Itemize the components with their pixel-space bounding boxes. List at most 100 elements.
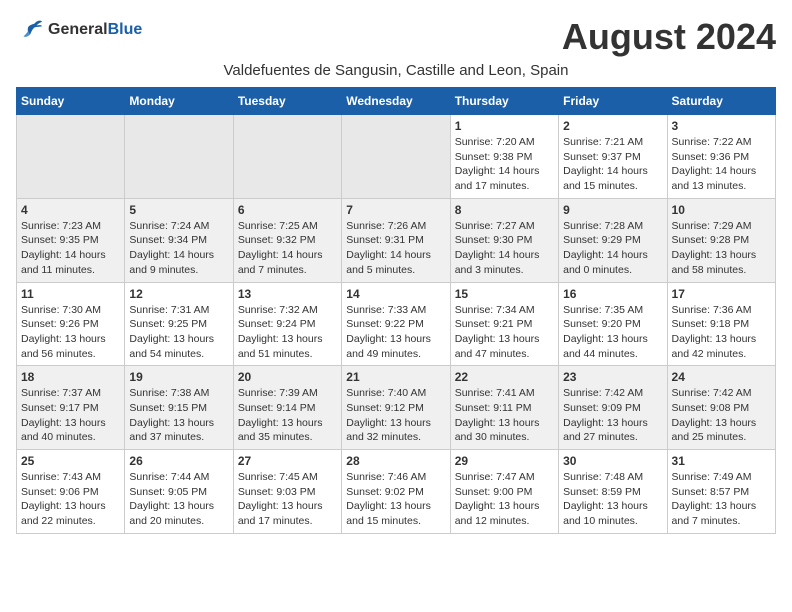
calendar-cell: 29 Sunrise: 7:47 AMSunset: 9:00 PMDayligh… (450, 450, 558, 534)
calendar-cell: 4Sunrise: 7:23 AMSunset: 9:35 PMDaylight… (17, 198, 125, 282)
day-number: 24 (672, 370, 771, 384)
day-number: 2 (563, 119, 662, 133)
calendar-week-row: 11Sunrise: 7:30 AMSunset: 9:26 PMDayligh… (17, 282, 776, 366)
calendar-cell (125, 115, 233, 199)
col-sunday: Sunday (17, 88, 125, 115)
day-number: 6 (238, 203, 337, 217)
page-title: August 2024 (562, 16, 776, 58)
day-info: Sunrise: 7:28 AMSunset: 9:29 PMDaylight:… (563, 219, 662, 278)
calendar-week-row: 25 Sunrise: 7:43 AMSunset: 9:06 PMDayligh… (17, 450, 776, 534)
day-info: Sunrise: 7:26 AMSunset: 9:31 PMDaylight:… (346, 219, 445, 278)
day-info: Sunrise: 7:31 AMSunset: 9:25 PMDaylight:… (129, 303, 228, 362)
page-container: GeneralBlue August 2024 Valdefuentes de … (16, 16, 776, 534)
calendar-cell: 17 Sunrise: 7:36 AMSunset: 9:18 PMDayligh… (667, 282, 775, 366)
calendar-cell (233, 115, 341, 199)
calendar-week-row: 1 Sunrise: 7:20 AMSunset: 9:38 PMDaylight… (17, 115, 776, 199)
calendar-cell: 9 Sunrise: 7:28 AMSunset: 9:29 PMDaylight… (559, 198, 667, 282)
day-number: 23 (563, 370, 662, 384)
calendar-cell: 11Sunrise: 7:30 AMSunset: 9:26 PMDayligh… (17, 282, 125, 366)
calendar-cell: 28Sunrise: 7:46 AMSunset: 9:02 PMDayligh… (342, 450, 450, 534)
calendar-cell: 25 Sunrise: 7:43 AMSunset: 9:06 PMDayligh… (17, 450, 125, 534)
day-info: Sunrise: 7:41 AMSunset: 9:11 PMDaylight:… (455, 386, 554, 445)
day-info: Sunrise: 7:21 AMSunset: 9:37 PMDaylight:… (563, 135, 662, 194)
day-info: Sunrise: 7:40 AMSunset: 9:12 PMDaylight:… (346, 386, 445, 445)
calendar-cell: 12Sunrise: 7:31 AMSunset: 9:25 PMDayligh… (125, 282, 233, 366)
day-number: 9 (563, 203, 662, 217)
calendar-header-row: Sunday Monday Tuesday Wednesday Thursday… (17, 88, 776, 115)
calendar-cell: 15 Sunrise: 7:34 AMSunset: 9:21 PMDayligh… (450, 282, 558, 366)
day-number: 13 (238, 287, 337, 301)
day-number: 26 (129, 454, 228, 468)
calendar-week-row: 4Sunrise: 7:23 AMSunset: 9:35 PMDaylight… (17, 198, 776, 282)
day-number: 4 (21, 203, 120, 217)
day-number: 5 (129, 203, 228, 217)
subtitle: Valdefuentes de Sangusin, Castille and L… (16, 62, 776, 79)
day-number: 25 (21, 454, 120, 468)
day-info: Sunrise: 7:48 AMSunset: 8:59 PMDaylight:… (563, 470, 662, 529)
day-number: 29 (455, 454, 554, 468)
day-number: 19 (129, 370, 228, 384)
day-number: 17 (672, 287, 771, 301)
day-number: 14 (346, 287, 445, 301)
day-info: Sunrise: 7:49 AMSunset: 8:57 PMDaylight:… (672, 470, 771, 529)
day-number: 15 (455, 287, 554, 301)
day-number: 10 (672, 203, 771, 217)
col-saturday: Saturday (667, 88, 775, 115)
day-info: Sunrise: 7:42 AMSunset: 9:08 PMDaylight:… (672, 386, 771, 445)
day-number: 16 (563, 287, 662, 301)
day-number: 21 (346, 370, 445, 384)
day-info: Sunrise: 7:20 AMSunset: 9:38 PMDaylight:… (455, 135, 554, 194)
calendar-cell: 31 Sunrise: 7:49 AMSunset: 8:57 PMDayligh… (667, 450, 775, 534)
day-info: Sunrise: 7:36 AMSunset: 9:18 PMDaylight:… (672, 303, 771, 362)
day-number: 22 (455, 370, 554, 384)
day-info: Sunrise: 7:34 AMSunset: 9:21 PMDaylight:… (455, 303, 554, 362)
day-info: Sunrise: 7:35 AMSunset: 9:20 PMDaylight:… (563, 303, 662, 362)
calendar-cell: 10Sunrise: 7:29 AMSunset: 9:28 PMDayligh… (667, 198, 775, 282)
day-info: Sunrise: 7:44 AMSunset: 9:05 PMDaylight:… (129, 470, 228, 529)
calendar-cell: 6 Sunrise: 7:25 AMSunset: 9:32 PMDaylight… (233, 198, 341, 282)
day-info: Sunrise: 7:47 AMSunset: 9:00 PMDaylight:… (455, 470, 554, 529)
calendar-cell (342, 115, 450, 199)
calendar-cell (17, 115, 125, 199)
calendar-cell: 20Sunrise: 7:39 AMSunset: 9:14 PMDayligh… (233, 366, 341, 450)
calendar-cell: 16 Sunrise: 7:35 AMSunset: 9:20 PMDayligh… (559, 282, 667, 366)
col-wednesday: Wednesday (342, 88, 450, 115)
calendar-cell: 22 Sunrise: 7:41 AMSunset: 9:11 PMDayligh… (450, 366, 558, 450)
day-number: 3 (672, 119, 771, 133)
day-number: 31 (672, 454, 771, 468)
calendar-cell: 5Sunrise: 7:24 AMSunset: 9:34 PMDaylight… (125, 198, 233, 282)
col-monday: Monday (125, 88, 233, 115)
calendar-cell: 8 Sunrise: 7:27 AMSunset: 9:30 PMDaylight… (450, 198, 558, 282)
calendar-week-row: 18Sunrise: 7:37 AMSunset: 9:17 PMDayligh… (17, 366, 776, 450)
calendar-cell: 14 Sunrise: 7:33 AMSunset: 9:22 PMDayligh… (342, 282, 450, 366)
logo: GeneralBlue (16, 16, 142, 44)
col-thursday: Thursday (450, 88, 558, 115)
calendar-cell: 18Sunrise: 7:37 AMSunset: 9:17 PMDayligh… (17, 366, 125, 450)
day-info: Sunrise: 7:42 AMSunset: 9:09 PMDaylight:… (563, 386, 662, 445)
calendar-cell: 19Sunrise: 7:38 AMSunset: 9:15 PMDayligh… (125, 366, 233, 450)
calendar-cell: 13 Sunrise: 7:32 AMSunset: 9:24 PMDayligh… (233, 282, 341, 366)
calendar-cell: 21 Sunrise: 7:40 AMSunset: 9:12 PMDayligh… (342, 366, 450, 450)
logo-bird-icon (16, 16, 44, 44)
day-info: Sunrise: 7:25 AMSunset: 9:32 PMDaylight:… (238, 219, 337, 278)
day-number: 11 (21, 287, 120, 301)
col-friday: Friday (559, 88, 667, 115)
day-info: Sunrise: 7:33 AMSunset: 9:22 PMDaylight:… (346, 303, 445, 362)
day-info: Sunrise: 7:37 AMSunset: 9:17 PMDaylight:… (21, 386, 120, 445)
day-info: Sunrise: 7:43 AMSunset: 9:06 PMDaylight:… (21, 470, 120, 529)
col-tuesday: Tuesday (233, 88, 341, 115)
day-number: 30 (563, 454, 662, 468)
calendar-cell: 23 Sunrise: 7:42 AMSunset: 9:09 PMDayligh… (559, 366, 667, 450)
day-number: 8 (455, 203, 554, 217)
calendar-cell: 24 Sunrise: 7:42 AMSunset: 9:08 PMDayligh… (667, 366, 775, 450)
day-info: Sunrise: 7:22 AMSunset: 9:36 PMDaylight:… (672, 135, 771, 194)
day-info: Sunrise: 7:45 AMSunset: 9:03 PMDaylight:… (238, 470, 337, 529)
calendar-cell: 27Sunrise: 7:45 AMSunset: 9:03 PMDayligh… (233, 450, 341, 534)
calendar-cell: 1 Sunrise: 7:20 AMSunset: 9:38 PMDaylight… (450, 115, 558, 199)
day-info: Sunrise: 7:32 AMSunset: 9:24 PMDaylight:… (238, 303, 337, 362)
calendar-cell: 30 Sunrise: 7:48 AMSunset: 8:59 PMDayligh… (559, 450, 667, 534)
day-number: 1 (455, 119, 554, 133)
day-info: Sunrise: 7:27 AMSunset: 9:30 PMDaylight:… (455, 219, 554, 278)
day-info: Sunrise: 7:39 AMSunset: 9:14 PMDaylight:… (238, 386, 337, 445)
day-info: Sunrise: 7:46 AMSunset: 9:02 PMDaylight:… (346, 470, 445, 529)
